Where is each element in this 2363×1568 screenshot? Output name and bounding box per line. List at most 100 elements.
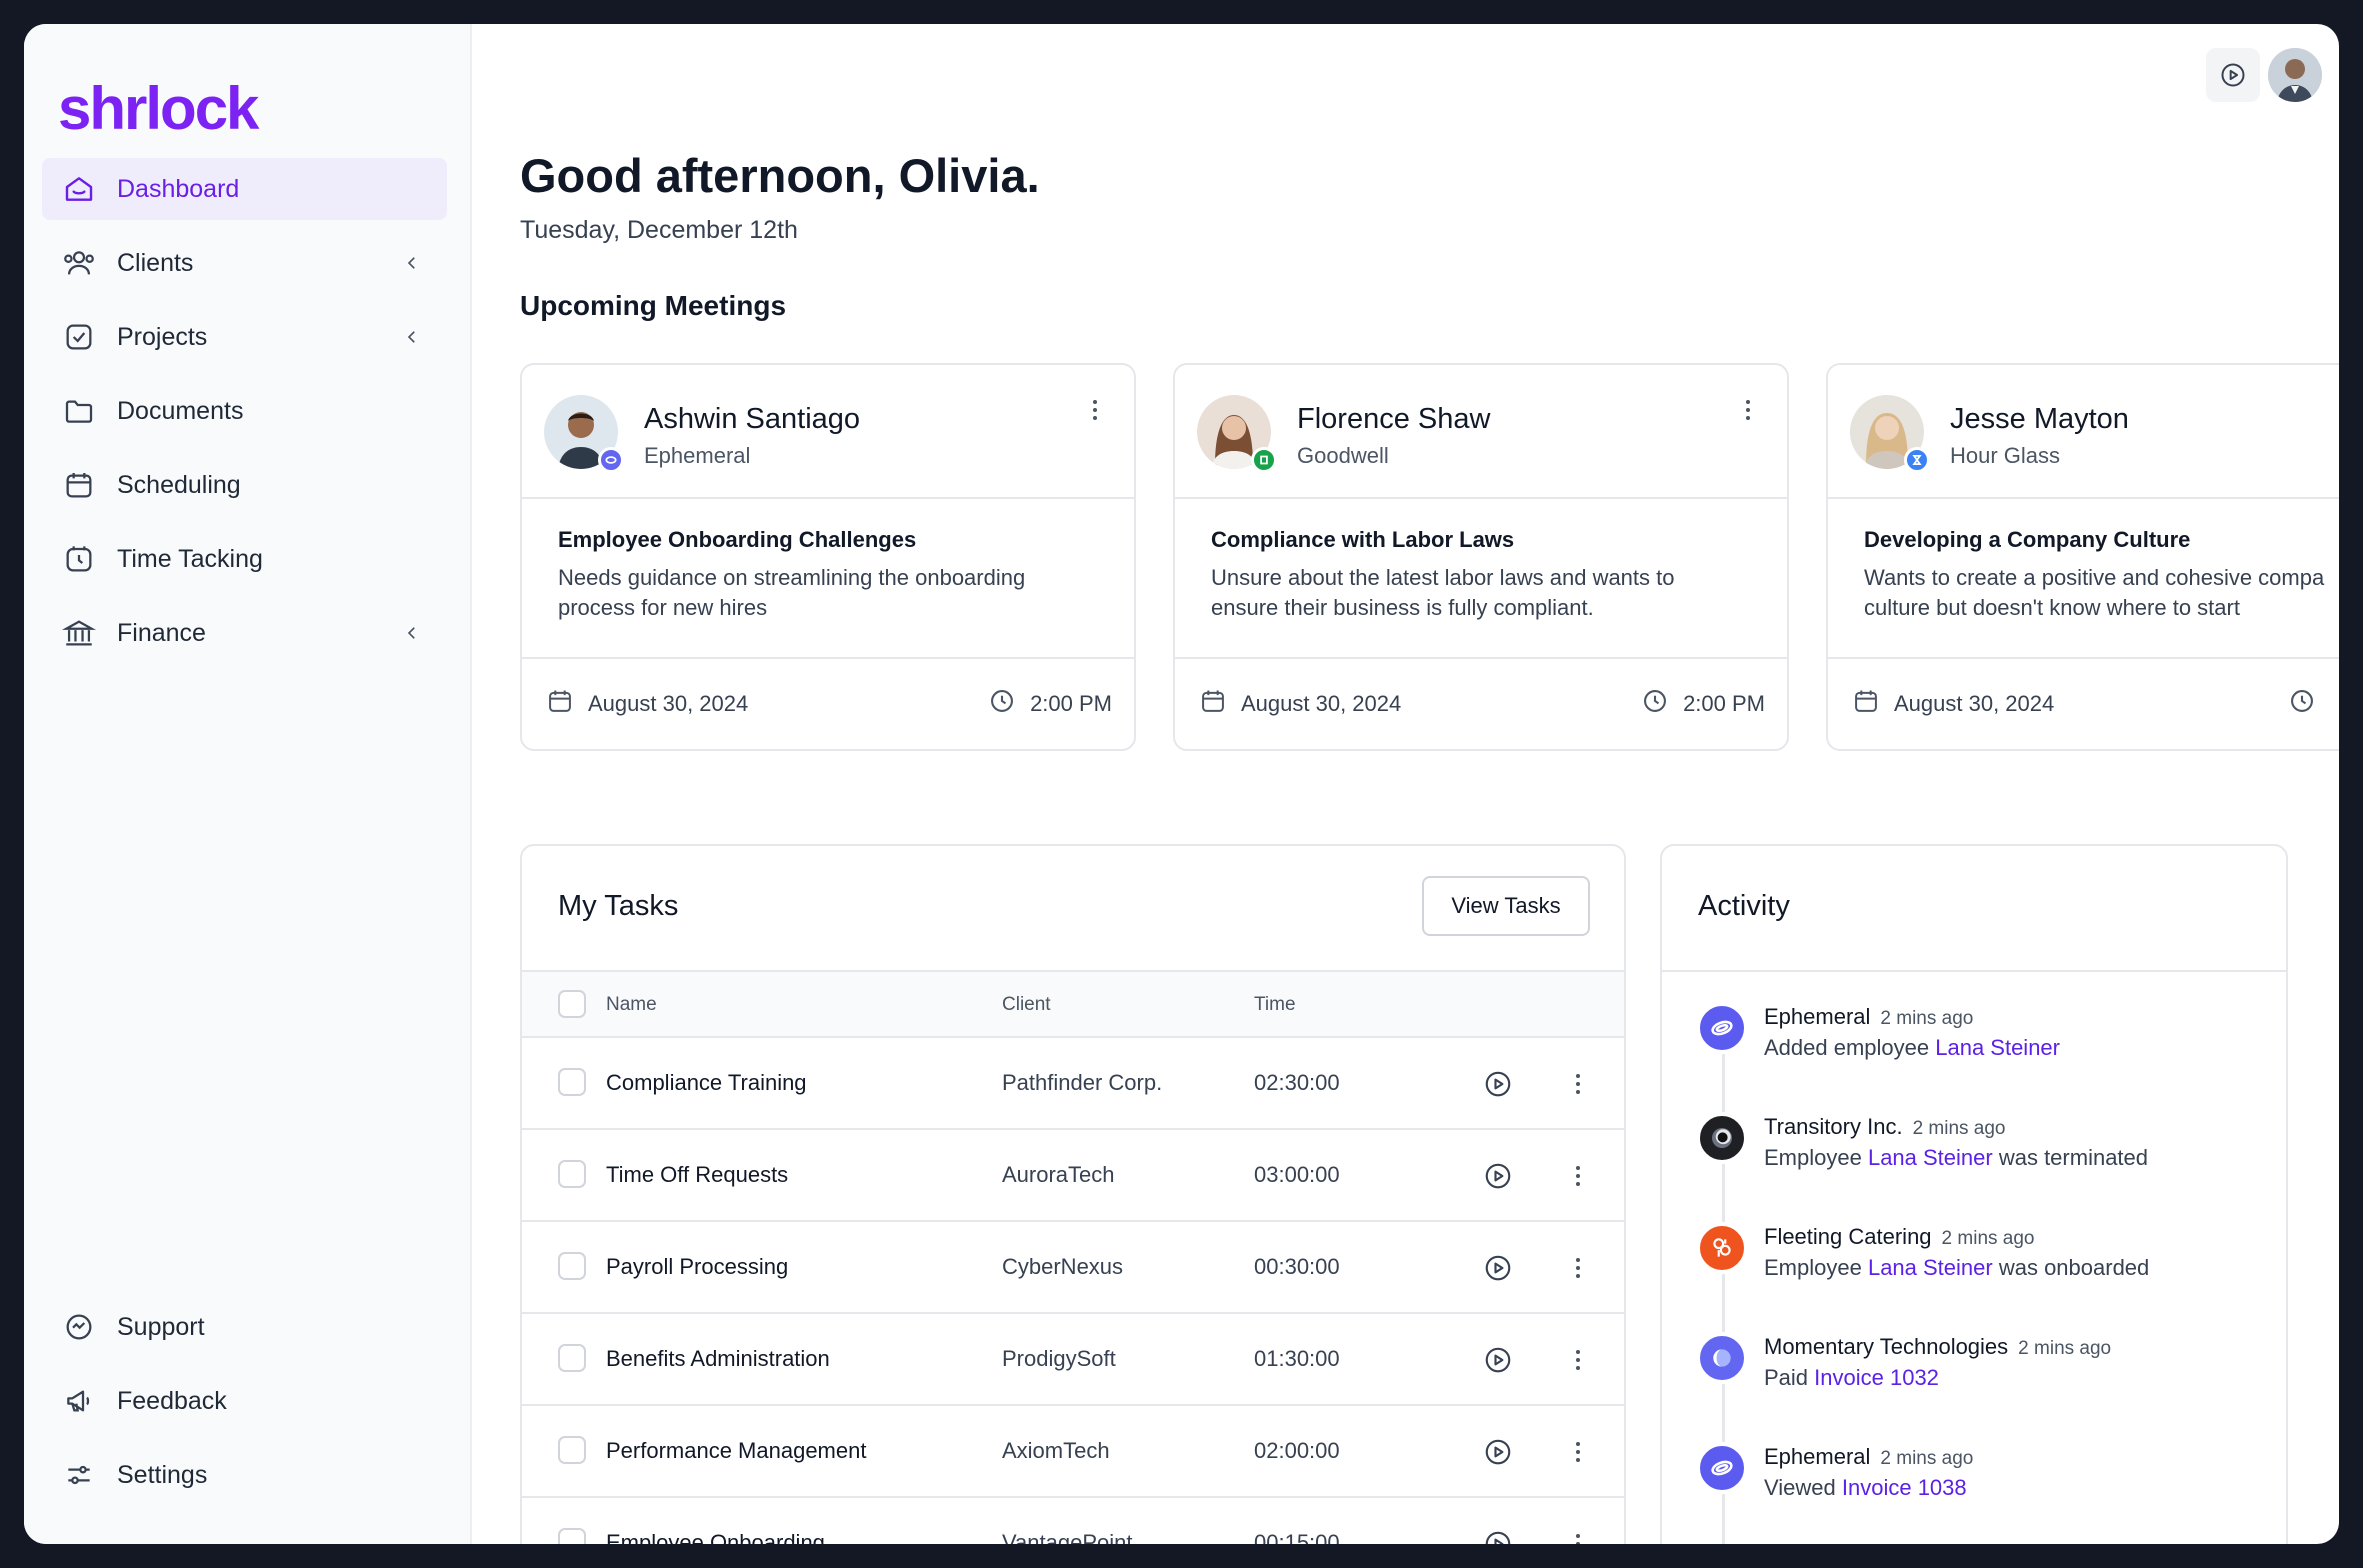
table-row[interactable]: Performance Management AxiomTech 02:00:0… [522, 1406, 1624, 1498]
clock-icon [1641, 687, 1683, 721]
sidebar-item-label: Time Tacking [117, 544, 263, 573]
activity-title: Activity [1698, 890, 1790, 922]
more-vertical-icon[interactable] [1562, 1068, 1594, 1100]
task-name: Employee Onboarding [606, 1530, 825, 1544]
clock-icon [59, 539, 99, 579]
row-checkbox[interactable] [558, 1160, 586, 1188]
table-row[interactable]: Employee Onboarding VantagePoint 00:15:0… [522, 1498, 1624, 1544]
play-circle-icon[interactable] [1482, 1436, 1514, 1468]
activity-link[interactable]: Invoice 1032 [1814, 1365, 1939, 1390]
sidebar-item-feedback[interactable]: Feedback [42, 1370, 447, 1432]
folder-icon [59, 391, 99, 431]
activity-org: Momentary Technologies [1764, 1334, 2009, 1359]
row-checkbox[interactable] [558, 1436, 586, 1464]
row-checkbox[interactable] [558, 1068, 586, 1096]
table-row[interactable]: Compliance Training Pathfinder Corp. 02:… [522, 1038, 1624, 1130]
sidebar-item-documents[interactable]: Documents [42, 380, 447, 442]
meeting-date-text: August 30, 2024 [588, 691, 749, 716]
sidebar-item-label: Documents [117, 396, 244, 425]
sidebar-item-clients[interactable]: Clients [42, 232, 447, 294]
more-vertical-icon[interactable] [1562, 1252, 1594, 1284]
sidebar-item-finance[interactable]: Finance [42, 602, 447, 664]
play-circle-icon[interactable] [1482, 1252, 1514, 1284]
current-date: Tuesday, December 12th [520, 216, 798, 244]
column-header-time[interactable]: Time [1254, 994, 1296, 1016]
table-row[interactable]: Payroll Processing CyberNexus 00:30:00 [522, 1222, 1624, 1314]
column-header-name[interactable]: Name [606, 994, 657, 1016]
more-vertical-icon[interactable] [1562, 1528, 1594, 1544]
sidebar-item-dashboard[interactable]: Dashboard [42, 158, 447, 220]
activity-text: Paid Invoice 1032 [1764, 1365, 1939, 1391]
meeting-card[interactable]: Jesse Mayton Hour Glass Developing a Com… [1826, 363, 2339, 751]
play-circle-icon[interactable] [1482, 1068, 1514, 1100]
activity-text-part: Paid [1764, 1365, 1815, 1390]
activity-item[interactable]: Ephemeral 2 mins ago Viewed Invoice 1038 [1696, 1442, 2256, 1532]
calendar-icon [1852, 687, 1894, 721]
table-row[interactable]: Time Off Requests AuroraTech 03:00:00 [522, 1130, 1624, 1222]
activity-header: Fleeting Catering 2 mins ago [1764, 1224, 2035, 1250]
activity-header: Ephemeral 2 mins ago [1764, 1004, 1973, 1030]
task-client: VantagePoint [1002, 1530, 1133, 1544]
more-vertical-icon[interactable] [1733, 395, 1763, 425]
upcoming-meetings-title: Upcoming Meetings [520, 290, 787, 321]
activity-item[interactable]: Fleeting Catering 2 mins ago Employee Lan… [1696, 1222, 2256, 1312]
meeting-contact-name[interactable]: Jesse Mayton [1950, 403, 2129, 436]
row-checkbox[interactable] [558, 1344, 586, 1372]
meeting-topic: Compliance with Labor Laws [1211, 527, 1515, 552]
play-circle-icon[interactable] [1482, 1160, 1514, 1192]
sidebar-item-scheduling[interactable]: Scheduling [42, 454, 447, 516]
play-circle-icon[interactable] [1482, 1344, 1514, 1376]
activity-link[interactable]: Invoice 1038 [1842, 1475, 1967, 1500]
brand-logo[interactable]: shrlock [58, 74, 259, 143]
more-vertical-icon[interactable] [1562, 1436, 1594, 1468]
clock-icon [2288, 687, 2330, 721]
meeting-card[interactable]: Ashwin Santiago Ephemeral Employee Onboa… [520, 363, 1136, 751]
activity-org: Ephemeral [1764, 1004, 1871, 1029]
sidebar-item-label: Clients [117, 248, 194, 277]
activity-org: Ephemeral [1764, 1444, 1871, 1469]
select-all-checkbox[interactable] [558, 990, 586, 1018]
table-row[interactable]: Benefits Administration ProdigySoft 01:3… [522, 1314, 1624, 1406]
activity-text-part: was onboarded [1992, 1255, 2150, 1280]
activity-link[interactable]: Lana Steiner [1868, 1145, 1993, 1170]
play-circle-icon[interactable] [2206, 48, 2260, 102]
view-tasks-button[interactable]: View Tasks [1422, 876, 1590, 936]
meeting-description-line: culture but doesn't know where to start [1864, 595, 2240, 620]
more-vertical-icon[interactable] [1562, 1160, 1594, 1192]
task-time: 03:00:00 [1254, 1162, 1340, 1187]
meeting-card-header: Jesse Mayton Hour Glass [1828, 365, 2339, 499]
meeting-time [2288, 687, 2330, 721]
sidebar-item-support[interactable]: Support [42, 1296, 447, 1358]
meeting-card[interactable]: Florence Shaw Goodwell Compliance with L… [1173, 363, 1789, 751]
activity-item[interactable]: Transitory Inc. 2 mins ago Employee Lana … [1696, 1112, 2256, 1202]
meeting-description: Needs guidance on streamlining the onboa… [558, 563, 1118, 623]
row-checkbox[interactable] [558, 1528, 586, 1544]
sidebar-item-settings[interactable]: Settings [42, 1444, 447, 1506]
meeting-time-text: 2:00 PM [1030, 691, 1112, 716]
sidebar-item-time-tracking[interactable]: Time Tacking [42, 528, 447, 590]
activity-item[interactable]: Ephemeral 2 mins ago Added employee Lana … [1696, 1002, 2256, 1092]
meeting-contact-name[interactable]: Ashwin Santiago [644, 403, 860, 436]
clock-icon [988, 687, 1030, 721]
more-vertical-icon[interactable] [1080, 395, 1110, 425]
column-header-client[interactable]: Client [1002, 994, 1051, 1016]
activity-link[interactable]: Lana Steiner [1935, 1035, 2060, 1060]
row-checkbox[interactable] [558, 1252, 586, 1280]
chevron-left-icon[interactable] [397, 322, 427, 352]
activity-link[interactable]: Lana Steiner [1868, 1255, 1993, 1280]
more-vertical-icon[interactable] [1562, 1344, 1594, 1376]
sidebar-item-projects[interactable]: Projects [42, 306, 447, 368]
activity-item[interactable]: Momentary Technologies 2 mins ago Paid In… [1696, 1332, 2256, 1422]
avatar[interactable] [2268, 48, 2322, 102]
meeting-date: August 30, 2024 [1852, 687, 2054, 721]
page-title: Good afternoon, Olivia. [520, 149, 1040, 202]
table-header: Name Client Time [522, 970, 1624, 1038]
sidebar-item-label: Finance [117, 618, 206, 647]
meeting-contact-name[interactable]: Florence Shaw [1297, 403, 1490, 436]
play-circle-icon[interactable] [1482, 1528, 1514, 1544]
chevron-left-icon[interactable] [397, 618, 427, 648]
chevron-left-icon[interactable] [397, 248, 427, 278]
sidebar-item-label: Projects [117, 322, 208, 351]
activity-time: 2 mins ago [1880, 1008, 1974, 1029]
activity-time: 2 mins ago [2018, 1338, 2112, 1359]
